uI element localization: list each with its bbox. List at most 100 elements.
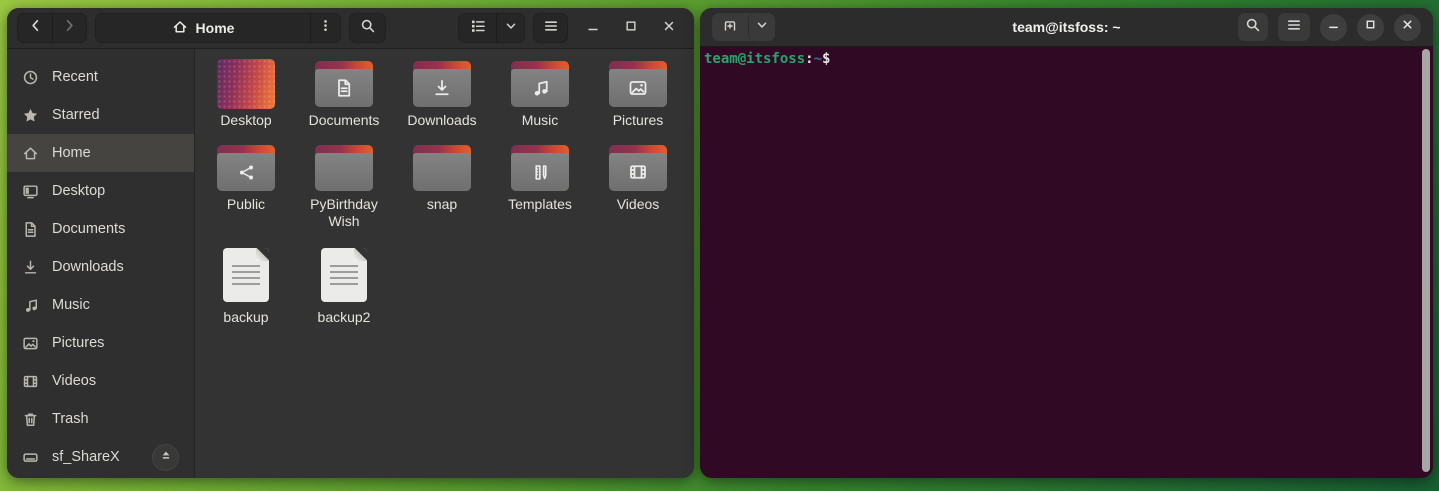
sidebar-item-label: Starred [52,107,100,123]
prompt-path: ~ [814,51,822,67]
path-bar: Home [95,13,341,43]
search-button[interactable] [349,13,386,43]
file-item-label: snap [427,196,457,213]
terminal-scrollbar[interactable] [1422,49,1430,472]
maximize-button[interactable] [616,13,646,43]
file-item-label: Desktop [220,112,271,129]
chevron-right-icon [62,18,77,38]
terminal-header-actions [1238,13,1421,41]
back-button[interactable] [18,14,52,42]
tab-list-button[interactable] [748,13,775,41]
sidebar-item-videos[interactable]: Videos [7,362,194,400]
sidebar-item-label: Recent [52,69,98,85]
view-toggle-group [458,13,525,43]
sidebar-item-downloads[interactable]: Downloads [7,248,194,286]
hamburger-menu-icon [1286,17,1302,38]
file-item-templates[interactable]: Templates [491,141,589,225]
file-item-public[interactable]: Public [197,141,295,225]
main-menu-button[interactable] [533,13,568,43]
sidebar-item-starred[interactable]: Starred [7,96,194,134]
kebab-menu-icon [318,18,333,38]
path-button-home[interactable]: Home [96,14,310,42]
chevron-down-icon [504,19,518,38]
file-item-pybirthday-wish[interactable]: PyBirthday Wish [295,141,393,242]
hamburger-menu-icon [543,18,559,39]
sidebar-item-label: Videos [52,373,96,389]
sidebar-item-sf-sharex[interactable]: sf_ShareX [7,438,194,476]
terminal-close-button[interactable] [1394,14,1421,41]
document-emblem-icon [315,69,373,107]
sidebar-item-desktop[interactable]: Desktop [7,172,194,210]
file-item-snap[interactable]: snap [393,141,491,225]
sidebar-item-label: Home [52,145,91,161]
file-browser-content[interactable]: Desktop Documents Downloads MusicPictures Pu… [195,49,694,478]
close-button[interactable] [654,13,684,43]
recent-icon [22,69,39,86]
image-emblem-icon [609,69,667,107]
file-item-label: PyBirthday Wish [298,196,390,230]
terminal-menu-button[interactable] [1278,13,1310,41]
minimize-icon [1327,18,1340,36]
folder-body [315,153,373,191]
file-item-videos[interactable]: Videos [589,141,687,225]
files-window: Home Recent Starred Home Desktop Documents Do… [7,8,694,478]
terminal-search-button[interactable] [1238,13,1268,41]
maximize-icon [624,19,638,38]
document-icon [22,221,39,238]
forward-button[interactable] [52,14,86,42]
file-item-backup[interactable]: backup [197,242,295,338]
minimize-button[interactable] [578,13,608,43]
tab-controls-group [712,13,775,41]
eject-button[interactable] [152,444,179,471]
folder-icon [315,145,373,191]
file-item-downloads[interactable]: Downloads [393,57,491,141]
file-item-backup2[interactable]: backup2 [295,242,393,338]
sidebar-item-home[interactable]: Home [7,134,194,172]
folder-icon [413,61,471,107]
file-item-music[interactable]: Music [491,57,589,141]
video-emblem-icon [609,153,667,191]
sidebar-item-pictures[interactable]: Pictures [7,324,194,362]
new-tab-icon [722,17,738,38]
view-options-button[interactable] [496,14,524,42]
drive-icon [22,449,39,466]
path-options-button[interactable] [310,14,340,42]
file-item-label: Documents [309,112,380,129]
list-view-button[interactable] [459,14,496,42]
video-icon [22,373,39,390]
file-item-label: Public [227,196,265,213]
file-item-label: Videos [617,196,660,213]
text-file-icon [321,248,367,302]
sidebar-item-trash[interactable]: Trash [7,400,194,438]
file-item-documents[interactable]: Documents [295,57,393,141]
terminal-minimize-button[interactable] [1320,14,1347,41]
sidebar-item-documents[interactable]: Documents [7,210,194,248]
sidebar-item-label: Trash [52,411,89,427]
new-tab-button[interactable] [712,13,748,41]
folder-icon [609,61,667,107]
music-icon [22,297,39,314]
sidebar-item-recent[interactable]: Recent [7,58,194,96]
download-icon [22,259,39,276]
folder-body [413,153,471,191]
terminal-maximize-button[interactable] [1357,14,1384,41]
close-icon [1401,18,1414,36]
file-grid: Desktop Documents Downloads MusicPictures Pu… [197,57,694,338]
file-item-pictures[interactable]: Pictures [589,57,687,141]
sidebar-item-label: Documents [52,221,125,237]
folder-icon [217,145,275,191]
prompt-colon: : [805,51,813,67]
sidebar-item-music[interactable]: Music [7,286,194,324]
folder-icon [609,145,667,191]
desktop-icon [22,183,39,200]
desktop-folder-icon [217,59,275,109]
file-item-label: Downloads [407,112,476,129]
sidebar-item-label: Downloads [52,259,124,275]
file-item-desktop[interactable]: Desktop [197,57,295,141]
files-window-controls [578,13,684,43]
home-icon [22,145,39,162]
sidebar-item-label: Desktop [52,183,105,199]
terminal-screen[interactable]: team@itsfoss:~$ [700,47,1433,478]
star-icon [22,107,39,124]
file-item-label: backup [223,309,268,326]
